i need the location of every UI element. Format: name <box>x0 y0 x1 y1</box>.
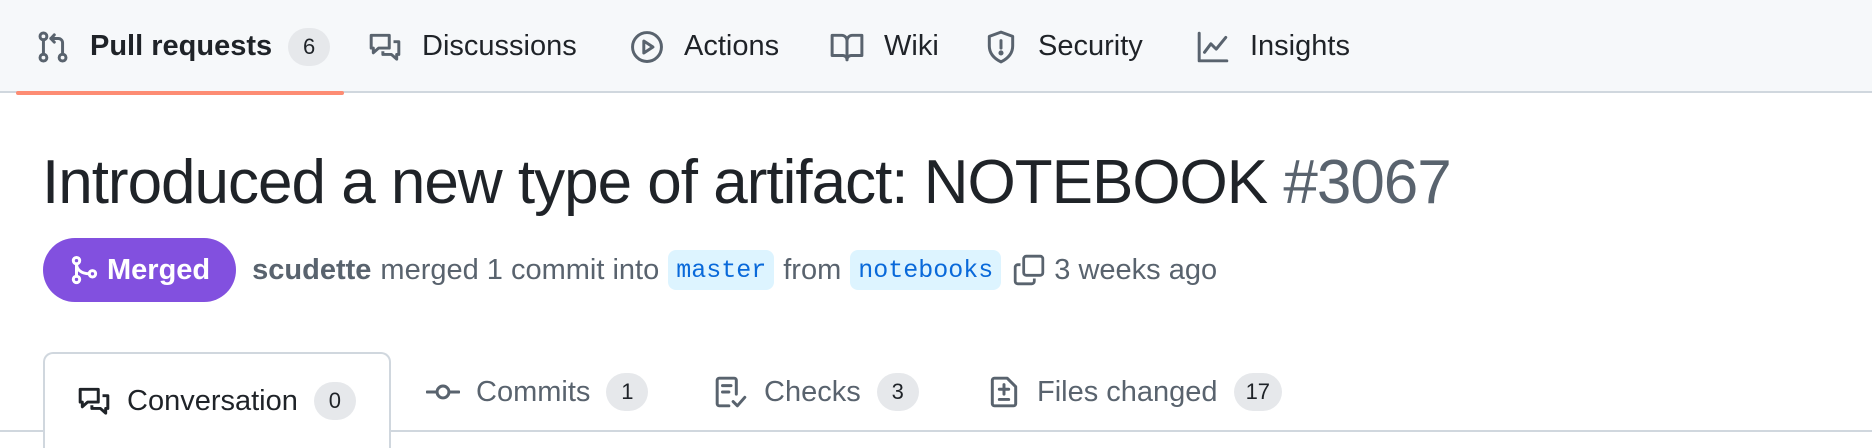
tab-commits[interactable]: Commits 1 <box>426 352 649 432</box>
nav-security[interactable]: Security <box>984 0 1143 93</box>
checks-count: 3 <box>876 373 919 411</box>
pull-requests-count: 6 <box>288 27 331 66</box>
nav-security-label: Security <box>1038 30 1143 62</box>
author-link[interactable]: scudette <box>252 254 371 287</box>
comment-discussion-icon <box>368 30 402 64</box>
nav-insights[interactable]: Insights <box>1196 0 1350 93</box>
nav-wiki-label: Wiki <box>884 30 939 62</box>
tab-files-changed[interactable]: Files changed 17 <box>987 352 1283 432</box>
play-icon <box>630 30 664 64</box>
merged-time: 3 weeks ago <box>1054 253 1218 286</box>
copy-icon[interactable] <box>1012 253 1046 287</box>
nav-pull-requests-label: Pull requests <box>90 30 273 62</box>
merged-state-badge: Merged <box>43 238 237 302</box>
nav-insights-label: Insights <box>1250 30 1350 62</box>
nav-actions[interactable]: Actions <box>630 0 779 93</box>
tab-checks-label: Checks <box>764 375 861 408</box>
nav-actions-label: Actions <box>684 30 780 62</box>
tab-checks[interactable]: Checks 3 <box>714 352 919 432</box>
git-commit-icon <box>426 375 460 409</box>
nav-discussions-label: Discussions <box>422 30 577 62</box>
base-branch[interactable]: master <box>668 250 775 290</box>
files-changed-count: 17 <box>1233 373 1283 411</box>
merged-state-label: Merged <box>107 253 211 286</box>
nav-discussions[interactable]: Discussions <box>368 0 577 93</box>
file-diff-icon <box>987 375 1021 409</box>
graph-icon <box>1196 30 1230 64</box>
conversation-count: 0 <box>313 382 356 420</box>
merge-action-text: merged 1 commit into <box>380 253 660 286</box>
book-icon <box>830 30 864 64</box>
nav-pull-requests[interactable]: Pull requests 6 <box>15 0 345 95</box>
shield-icon <box>984 30 1018 64</box>
tab-conversation[interactable]: Conversation 0 <box>43 352 391 448</box>
pr-tabs: Conversation 0 Commits 1 Checks 3 Files … <box>0 352 1872 448</box>
git-pull-request-icon <box>36 30 70 64</box>
repo-nav: Pull requests 6 Discussions Actions Wiki <box>0 0 1872 95</box>
pr-meta: Merged scudette merged 1 commit into mas… <box>43 238 1217 302</box>
checklist-icon <box>714 375 748 409</box>
head-branch[interactable]: notebooks <box>850 250 1002 290</box>
tab-conversation-label: Conversation <box>127 384 298 417</box>
from-text: from <box>783 253 842 286</box>
tab-files-changed-label: Files changed <box>1037 375 1218 408</box>
comment-discussion-icon <box>77 384 111 418</box>
git-merge-icon <box>69 255 99 285</box>
commits-count: 1 <box>606 373 649 411</box>
pr-number: #3067 <box>1283 148 1451 217</box>
pr-title-text: Introduced a new type of artifact: NOTEB… <box>42 148 1268 217</box>
nav-wiki[interactable]: Wiki <box>830 0 939 93</box>
pr-title: Introduced a new type of artifact: NOTEB… <box>42 145 1452 221</box>
tab-commits-label: Commits <box>476 375 591 408</box>
